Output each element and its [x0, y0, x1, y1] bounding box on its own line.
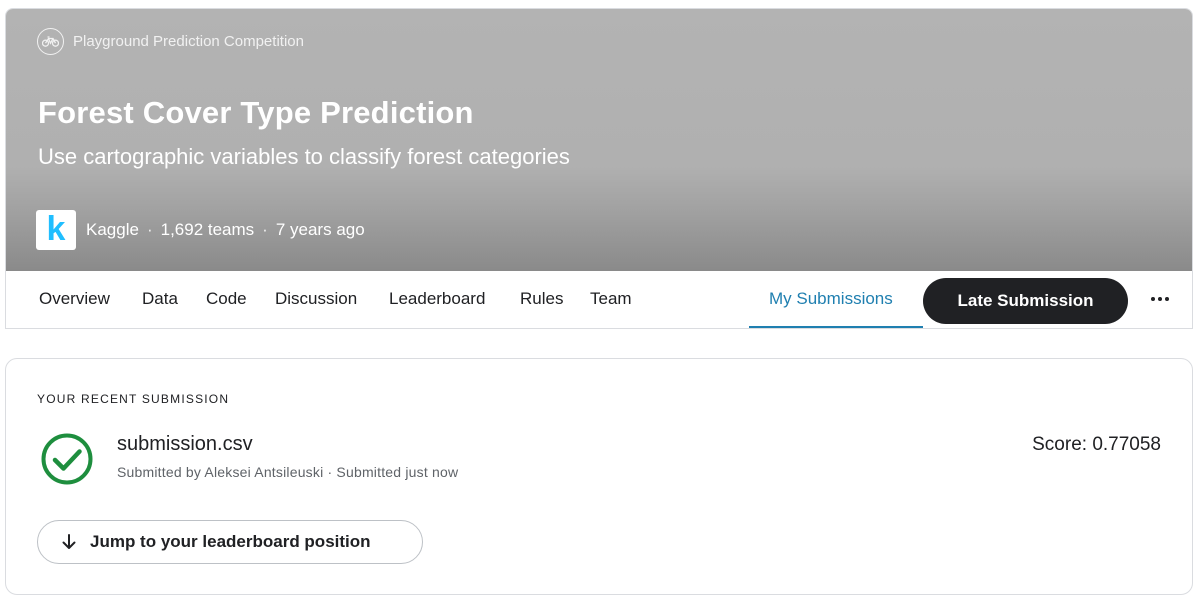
meta-separator: ·: [262, 220, 268, 239]
page-subtitle: Use cartographic variables to classify f…: [38, 144, 570, 169]
competition-header: Playground Prediction Competition Forest…: [5, 8, 1193, 329]
active-tab-indicator: [749, 326, 923, 328]
late-submission-button[interactable]: Late Submission: [923, 278, 1128, 324]
more-horizontal-icon[interactable]: [1147, 286, 1173, 312]
tab-overview[interactable]: Overview: [39, 289, 110, 309]
competition-banner: Playground Prediction Competition Forest…: [6, 9, 1192, 271]
competition-nav: Overview Data Code Discussion Leaderboar…: [6, 271, 1192, 328]
tab-leaderboard[interactable]: Leaderboard: [389, 289, 485, 309]
tab-team[interactable]: Team: [590, 289, 632, 309]
jump-to-leaderboard-button[interactable]: Jump to your leaderboard position: [37, 520, 423, 564]
host-name[interactable]: Kaggle: [86, 220, 139, 240]
bicycle-icon: [37, 28, 64, 55]
submission-filename[interactable]: submission.csv: [117, 433, 253, 456]
submission-score: Score: 0.77058: [1032, 434, 1161, 455]
competition-type: Playground Prediction Competition: [37, 28, 304, 55]
tab-rules[interactable]: Rules: [520, 289, 563, 309]
tab-discussion[interactable]: Discussion: [275, 289, 357, 309]
recent-submission-card: YOUR RECENT SUBMISSION submission.csv Su…: [5, 358, 1193, 595]
arrow-down-icon: [62, 534, 76, 549]
competition-type-label: Playground Prediction Competition: [73, 33, 304, 50]
competition-meta: k Kaggle · 1,692 teams · 7 years ago: [36, 210, 365, 250]
submission-info: Submitted by Aleksei Antsileuski · Submi…: [117, 464, 459, 480]
check-circle-icon: [41, 433, 93, 485]
team-count: 1,692 teams: [160, 220, 255, 239]
section-label: YOUR RECENT SUBMISSION: [37, 392, 230, 406]
meta-separator: ·: [146, 220, 153, 239]
jump-button-label: Jump to your leaderboard position: [90, 532, 371, 551]
kaggle-logo[interactable]: k: [36, 210, 76, 250]
tab-code[interactable]: Code: [206, 289, 247, 309]
tab-data[interactable]: Data: [142, 289, 178, 309]
page-title: Forest Cover Type Prediction: [38, 95, 474, 130]
tab-my-submissions[interactable]: My Submissions: [769, 289, 893, 309]
competition-age: 7 years ago: [275, 220, 365, 239]
